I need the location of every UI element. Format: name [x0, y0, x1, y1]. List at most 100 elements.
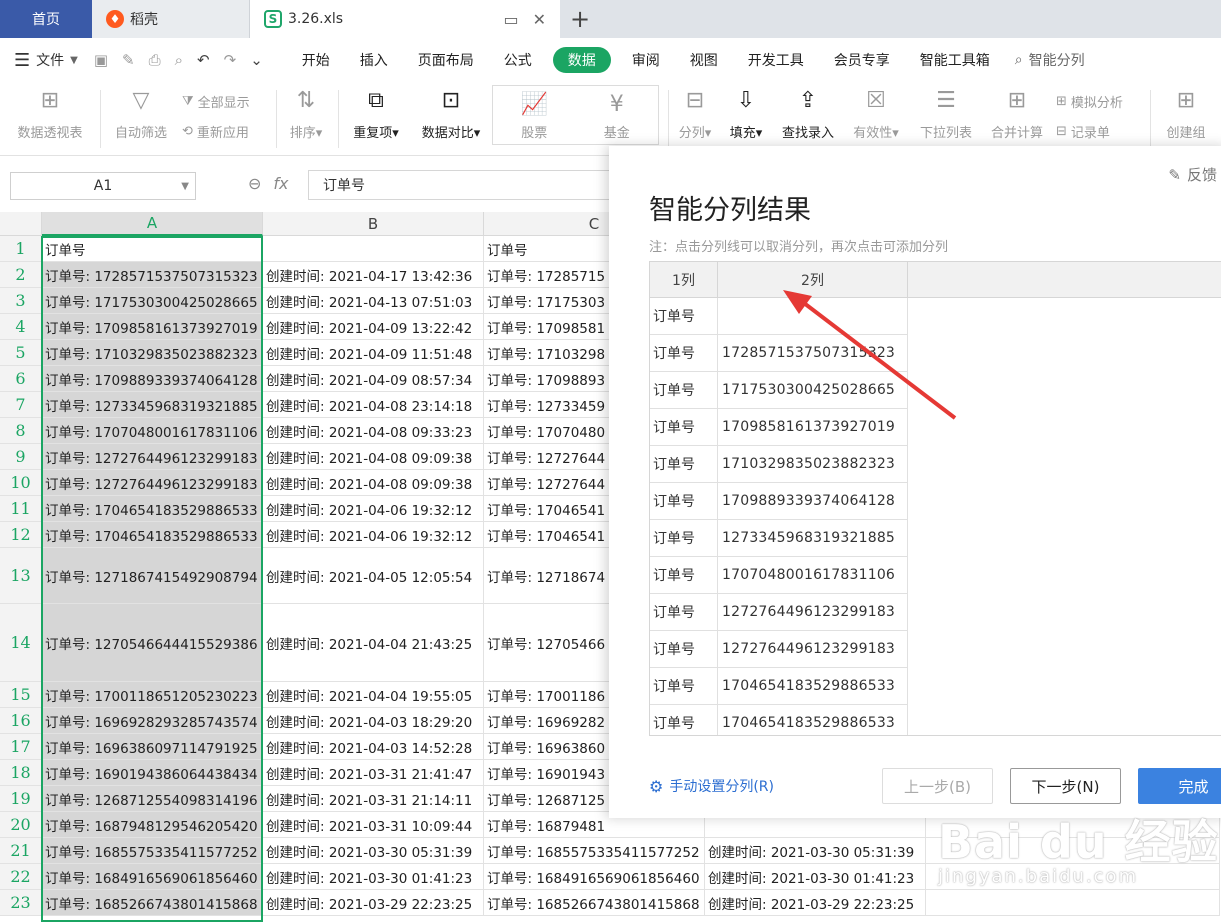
fx-icon[interactable]: fx [273, 174, 288, 193]
cell-b[interactable]: 创建时间: 2021-04-08 09:33:23 [263, 418, 484, 444]
cell-b[interactable]: 创建时间: 2021-04-06 19:32:12 [263, 496, 484, 522]
name-box[interactable]: A1 ▼ [10, 172, 196, 200]
cell-a[interactable]: 订单号: 1271867415492908794 [42, 548, 263, 604]
cell-b[interactable]: 创建时间: 2021-04-08 09:09:38 [263, 470, 484, 496]
show-all-button[interactable]: ⧩ 全部显示 [182, 92, 250, 111]
cell-a[interactable]: 订单号: 1707048001617831106 [42, 418, 263, 444]
select-all-corner[interactable] [0, 212, 42, 236]
cell-a[interactable]: 订单号: 1268712554098314196 [42, 786, 263, 812]
cell-a[interactable]: 订单号: 1709858161373927019 [42, 314, 263, 340]
cell-a[interactable]: 订单号: 1270546644415529386 [42, 604, 263, 682]
split-column-button[interactable]: ⊟ 分列▾ [672, 82, 718, 142]
row-header[interactable]: 10 [0, 470, 42, 496]
cell-b[interactable]: 创建时间: 2021-04-06 19:32:12 [263, 522, 484, 548]
row-header[interactable]: 13 [0, 548, 42, 604]
row-header[interactable]: 21 [0, 838, 42, 864]
preview-column-1-header[interactable]: 1列 [650, 262, 718, 298]
row-header[interactable]: 2 [0, 262, 42, 288]
close-tab-icon[interactable]: ✕ [533, 10, 546, 29]
tab-home[interactable]: 首页 [0, 0, 92, 38]
cell-a[interactable]: 订单号: 1709889339374064128 [42, 366, 263, 392]
row-header[interactable]: 22 [0, 864, 42, 890]
data-compare-button[interactable]: ⊡ 数据对比▾ [414, 82, 488, 142]
create-group-button[interactable]: ⊞ 创建组 [1156, 82, 1216, 142]
cell-a[interactable]: 订单号: 1684916569061856460 [42, 864, 263, 890]
menu-view[interactable]: 视图 [675, 47, 733, 73]
cell-b[interactable]: 创建时间: 2021-04-03 14:52:28 [263, 734, 484, 760]
lookup-entry-button[interactable]: ⇪ 查找录入 [776, 82, 840, 142]
tab-daoke[interactable]: ♦ 稻壳 [92, 0, 250, 38]
cell-a[interactable]: 订单号: 1687948129546205420 [42, 812, 263, 838]
column-header-b[interactable]: B [263, 212, 484, 236]
record-form-button[interactable]: ⊟ 记录单 [1056, 122, 1110, 141]
row-header[interactable]: 14 [0, 604, 42, 682]
cell-a[interactable]: 订单号: 1717530300425028665 [42, 288, 263, 314]
row-header[interactable]: 19 [0, 786, 42, 812]
cell-c[interactable]: 订单号: 1685266743801415868 [484, 890, 705, 916]
cell-b[interactable]: 创建时间: 2021-04-08 23:14:18 [263, 392, 484, 418]
cell-b[interactable]: 创建时间: 2021-04-05 12:05:54 [263, 548, 484, 604]
auto-filter-button[interactable]: ▽ 自动筛选 [108, 82, 174, 142]
format-painter-icon[interactable]: ✎ [122, 51, 135, 69]
cell-b[interactable]: 创建时间: 2021-03-31 21:14:11 [263, 786, 484, 812]
row-header[interactable]: 15 [0, 682, 42, 708]
row-header[interactable]: 8 [0, 418, 42, 444]
merge-calc-button[interactable]: ⊞ 合并计算 [984, 82, 1050, 142]
row-header[interactable]: 23 [0, 890, 42, 916]
row-header[interactable]: 9 [0, 444, 42, 470]
simulate-analysis-button[interactable]: ⊞ 模拟分析 [1056, 92, 1123, 111]
fund-button[interactable]: ¥ 基金 [576, 86, 659, 144]
print-icon[interactable]: ⎙ [149, 51, 161, 69]
reapply-button[interactable]: ⟲ 重新应用 [182, 122, 249, 141]
feedback-button[interactable]: ✎ 反馈 [1168, 164, 1217, 185]
cell-d[interactable]: 创建时间: 2021-03-30 05:31:39 [705, 838, 926, 864]
menu-formula[interactable]: 公式 [489, 47, 547, 73]
cell-a[interactable]: 订单号: 1704654183529886533 [42, 496, 263, 522]
duplicate-button[interactable]: ⧉ 重复项▾ [346, 82, 406, 142]
pivot-table-button[interactable]: ⊞ 数据透视表 [10, 82, 90, 142]
cell-b[interactable]: 创建时间: 2021-04-03 18:29:20 [263, 708, 484, 734]
cell-a[interactable]: 订单号: 1685266743801415868 [42, 890, 263, 916]
cell-b[interactable]: 创建时间: 2021-04-04 19:55:05 [263, 682, 484, 708]
cell-b[interactable]: 创建时间: 2021-04-09 08:57:34 [263, 366, 484, 392]
row-header[interactable]: 5 [0, 340, 42, 366]
sort-button[interactable]: ⇅ 排序▾ [282, 82, 330, 142]
cell-a[interactable]: 订单号: 1685575335411577252 [42, 838, 263, 864]
cell-b[interactable]: 创建时间: 2021-04-09 11:51:48 [263, 340, 484, 366]
stock-button[interactable]: 📈 股票 [493, 86, 576, 144]
cell-b[interactable]: 创建时间: 2021-03-30 05:31:39 [263, 838, 484, 864]
file-menu[interactable]: ☰ 文件 ▼ [14, 50, 78, 71]
menu-search[interactable]: ⌕ 智能分列 [1015, 50, 1085, 70]
cell-b[interactable]: 创建时间: 2021-04-09 13:22:42 [263, 314, 484, 340]
cell-b[interactable]: 创建时间: 2021-03-30 01:41:23 [263, 864, 484, 890]
menu-member[interactable]: 会员专享 [819, 47, 905, 73]
row-header[interactable]: 18 [0, 760, 42, 786]
tab-file[interactable]: S 3.26.xls ▭ ✕ [250, 0, 560, 38]
preview-column-2-header[interactable]: 2列 [718, 262, 908, 298]
finish-button[interactable]: 完成 [1138, 768, 1221, 804]
cell-d[interactable]: 创建时间: 2021-03-30 01:41:23 [705, 864, 926, 890]
menu-page-layout[interactable]: 页面布局 [403, 47, 489, 73]
cell-a[interactable]: 订单号: 1272764496123299183 [42, 470, 263, 496]
dropdown-list-button[interactable]: ☰ 下拉列表 [914, 82, 978, 142]
row-header[interactable]: 1 [0, 236, 42, 262]
previous-step-button[interactable]: 上一步(B) [882, 768, 993, 804]
cell-a[interactable]: 订单号: 1696386097114791925 [42, 734, 263, 760]
cell-a[interactable]: 订单号: 1272764496123299183 [42, 444, 263, 470]
cell-a[interactable]: 订单号: 1690194386064438434 [42, 760, 263, 786]
menu-insert[interactable]: 插入 [345, 47, 403, 73]
validity-button[interactable]: ☒ 有效性▾ [846, 82, 906, 142]
row-header[interactable]: 4 [0, 314, 42, 340]
cell-c[interactable]: 订单号: 1685575335411577252 [484, 838, 705, 864]
menu-data[interactable]: 数据 [552, 47, 611, 73]
cell-d[interactable]: 创建时间: 2021-03-29 22:23:25 [705, 890, 926, 916]
cell-c[interactable]: 订单号: 1684916569061856460 [484, 864, 705, 890]
row-header[interactable]: 3 [0, 288, 42, 314]
cell-a[interactable]: 订单号: 1704654183529886533 [42, 522, 263, 548]
cell-a[interactable]: 订单号: 1728571537507315323 [42, 262, 263, 288]
manual-split-link[interactable]: ⚙ 手动设置分列(R) [649, 776, 774, 796]
cell-a[interactable]: 订单号: 1273345968319321885 [42, 392, 263, 418]
row-header[interactable]: 17 [0, 734, 42, 760]
cell-a[interactable]: 订单号 [42, 236, 263, 262]
customize-icon[interactable]: ⌄ [250, 51, 263, 69]
